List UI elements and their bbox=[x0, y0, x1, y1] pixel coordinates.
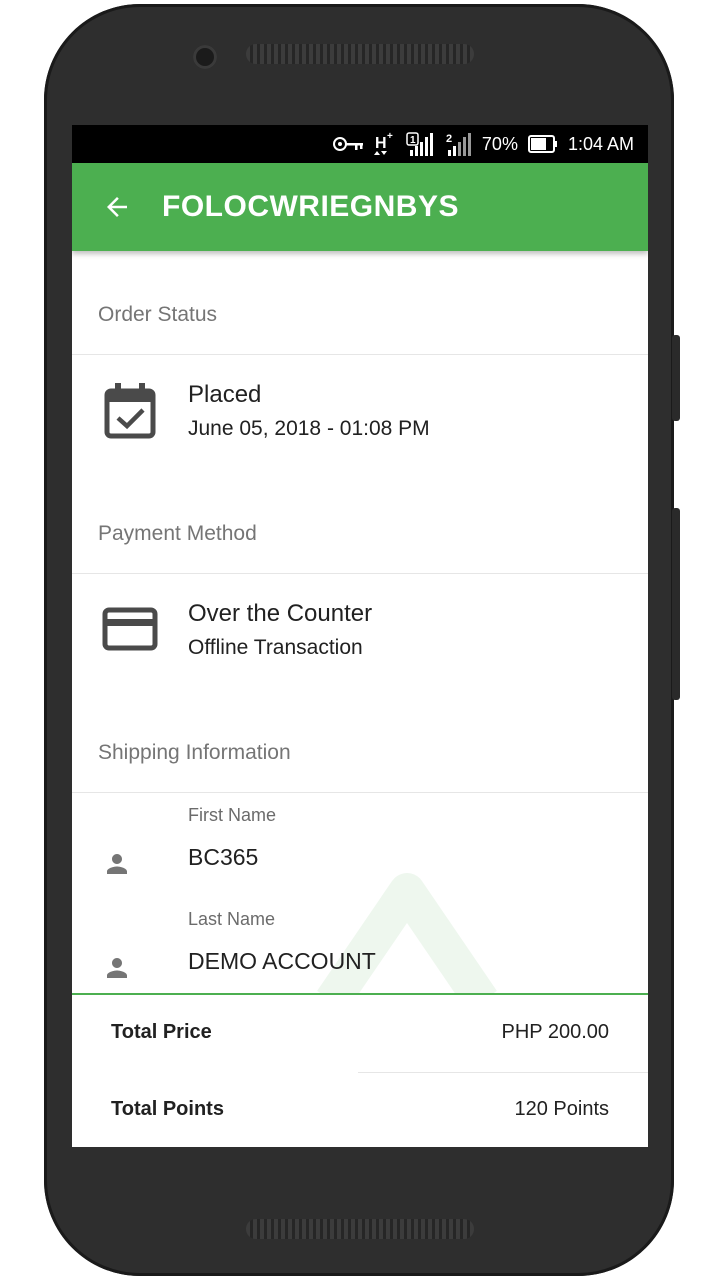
battery-percent: 70% bbox=[481, 133, 518, 154]
vpn-key-icon bbox=[332, 135, 364, 153]
svg-text:H: H bbox=[375, 135, 387, 152]
total-price-label: Total Price bbox=[111, 1021, 212, 1043]
payment-method-value: Over the Counter bbox=[188, 600, 373, 627]
screen: H + 1 2 70% 1:04 AM FOLOCWRIEGNBYS Order… bbox=[72, 125, 648, 1147]
clock: 1:04 AM bbox=[567, 133, 634, 154]
sim2-signal-icon: 2 bbox=[444, 131, 472, 157]
total-points-label: Total Points bbox=[111, 1098, 224, 1120]
battery-icon bbox=[527, 134, 558, 154]
total-price-value: PHP 200.00 bbox=[501, 1021, 610, 1043]
last-name-value: DEMO ACCOUNT bbox=[188, 948, 376, 974]
divider bbox=[72, 792, 648, 793]
payment-method-header: Payment Method bbox=[98, 522, 257, 545]
status-bar: H + 1 2 70% 1:04 AM bbox=[72, 125, 648, 163]
shipping-information-header: Shipping Information bbox=[98, 741, 291, 764]
divider bbox=[72, 573, 648, 574]
svg-text:1: 1 bbox=[410, 135, 416, 146]
h-plus-signal-icon: H + bbox=[373, 131, 396, 157]
front-camera bbox=[193, 45, 217, 69]
person-icon bbox=[102, 953, 132, 988]
order-status-header: Order Status bbox=[98, 303, 218, 326]
calendar-check-icon bbox=[104, 383, 156, 444]
first-name-label: First Name bbox=[188, 805, 277, 825]
divider bbox=[72, 354, 648, 355]
svg-text:2: 2 bbox=[446, 133, 452, 145]
app-bar: FOLOCWRIEGNBYS bbox=[72, 163, 648, 251]
page-title: FOLOCWRIEGNBYS bbox=[162, 190, 459, 223]
sim1-signal-icon: 1 bbox=[406, 131, 434, 157]
arrow-back-icon[interactable] bbox=[72, 163, 162, 251]
volume-rocker bbox=[672, 508, 680, 700]
svg-text:+: + bbox=[387, 131, 393, 142]
credit-card-icon bbox=[102, 607, 158, 656]
top-speaker-grille bbox=[246, 44, 474, 64]
totals-footer: Total Price PHP 200.00 Total Points 120 … bbox=[72, 993, 648, 1147]
order-details-content[interactable]: Order Status Placed June 05, 2018 - 01:0… bbox=[72, 251, 648, 993]
order-status-value: Placed bbox=[188, 381, 262, 408]
last-name-label: Last Name bbox=[188, 909, 276, 929]
first-name-value: BC365 bbox=[188, 844, 259, 870]
payment-detail: Offline Transaction bbox=[188, 636, 363, 659]
power-button bbox=[672, 335, 680, 421]
divider bbox=[358, 1072, 648, 1073]
bottom-speaker-grille bbox=[246, 1219, 474, 1239]
total-points-value: 120 Points bbox=[514, 1098, 609, 1120]
order-date: June 05, 2018 - 01:08 PM bbox=[188, 417, 430, 440]
person-icon bbox=[102, 849, 132, 884]
